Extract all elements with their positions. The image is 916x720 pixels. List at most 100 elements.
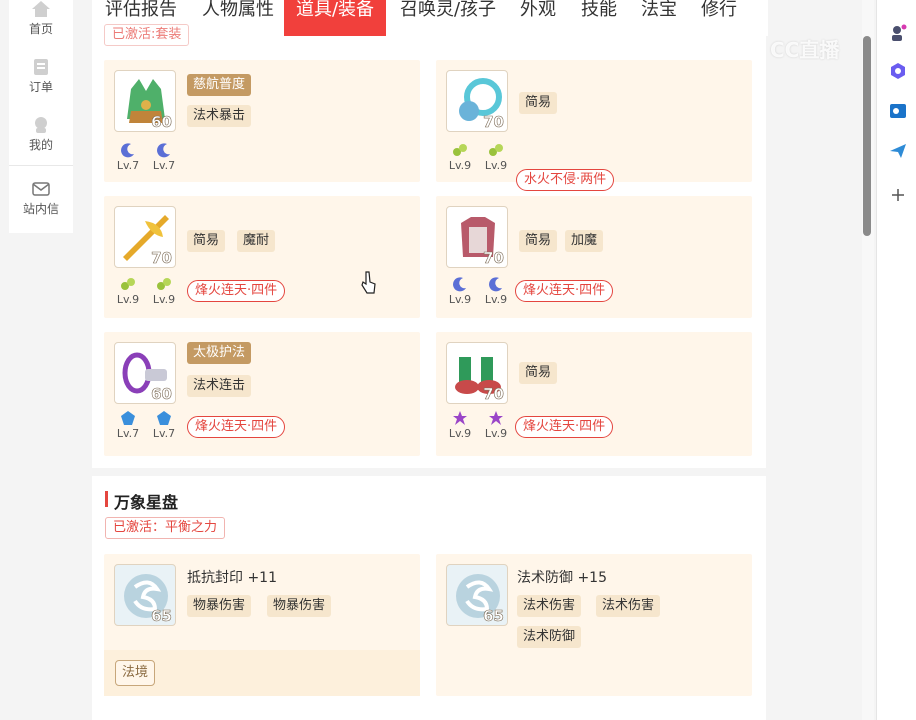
item-tag: 加魔: [565, 230, 604, 252]
gem-level: Lv.9: [484, 293, 508, 306]
item-level: 70: [483, 113, 504, 131]
equipment-card[interactable]: 70 简易 Lv.9 Lv.9 水火不侵·两件: [436, 60, 752, 191]
tab-summons[interactable]: 召唤灵/孩子: [392, 0, 504, 36]
blue-gem-icon: [157, 411, 171, 425]
left-nav: 首页 订单 我的 站内信: [9, 0, 73, 233]
item-tag: 太极护法: [187, 342, 252, 364]
star-stone-icon: 65: [446, 564, 508, 626]
necklace-icon: 70: [446, 70, 508, 132]
nav-item-messages[interactable]: 站内信: [9, 180, 73, 217]
armor-icon: 70: [446, 206, 508, 268]
gem-slot: Lv.9: [446, 410, 474, 440]
nav-item-home[interactable]: 首页: [9, 0, 73, 37]
profile-icon[interactable]: [889, 24, 907, 42]
star-stone-icon: 65: [114, 564, 176, 626]
blue-gem-icon: [121, 411, 135, 425]
set-badge: 烽火连天·四件: [515, 416, 614, 438]
stat-text: 法术防御 +15: [517, 570, 607, 586]
tab-appearance[interactable]: 外观: [510, 0, 566, 36]
tab-attributes[interactable]: 人物属性: [192, 0, 284, 36]
tab-treasure[interactable]: 法宝: [634, 0, 684, 36]
equipment-card[interactable]: 70 简易 Lv.9 Lv.9 烽火连天·四件: [436, 332, 752, 456]
equipment-card[interactable]: 70 简易 魔耐 Lv.9 Lv.9 烽火连天·四件: [104, 196, 420, 318]
tab-bar: 评估报告 人物属性 道具/装备 召唤灵/孩子 外观 技能 法宝 修行: [92, 0, 768, 36]
gem-level: Lv.9: [448, 159, 472, 172]
item-level: 60: [151, 385, 172, 403]
purple-gem-icon: [489, 411, 503, 425]
outlook-icon[interactable]: [889, 102, 907, 120]
gem-slot: Lv.9: [446, 142, 474, 172]
item-level: 70: [483, 385, 504, 403]
item-tag: 简易: [519, 92, 558, 114]
set-badge: 水火不侵·两件: [516, 169, 615, 191]
browser-sidebar: [876, 0, 916, 720]
green-gem-icon: [453, 144, 467, 156]
item-tag: 法术伤害: [596, 595, 661, 617]
gem-slot: Lv.7: [114, 410, 142, 440]
equipment-panel: 已激活:套装 60 慈航普度 法术暴击 Lv.7 Lv.7 70 简易 Lv.9…: [92, 24, 766, 468]
gem-level: Lv.9: [448, 427, 472, 440]
item-tag: 简易: [519, 362, 558, 384]
gem-level: Lv.7: [116, 427, 140, 440]
gem-slot: Lv.7: [150, 142, 178, 172]
scrollbar-thumb[interactable]: [863, 36, 871, 236]
nav-label-messages: 站内信: [22, 202, 59, 216]
belt-icon: 60: [114, 342, 176, 404]
green-gem-icon: [489, 144, 503, 156]
nav-label-home: 首页: [28, 22, 53, 36]
set-badge: 烽火连天·四件: [187, 416, 286, 438]
gem-level: Lv.7: [116, 159, 140, 172]
moon-gem-icon: [489, 277, 502, 292]
gem-level: Lv.9: [484, 427, 508, 440]
moon-gem-icon: [453, 277, 466, 292]
add-icon[interactable]: [889, 186, 907, 204]
nav-divider: [9, 165, 73, 166]
tab-cultivation[interactable]: 修行: [694, 0, 744, 36]
nav-item-me[interactable]: 我的: [9, 116, 73, 153]
gem-slot: Lv.9: [482, 142, 510, 172]
gem-slot: Lv.7: [114, 142, 142, 172]
green-gem-icon: [121, 278, 135, 290]
gem-level: Lv.9: [448, 293, 472, 306]
nav-label-me: 我的: [28, 138, 53, 152]
item-tag: 魔耐: [237, 230, 276, 252]
item-level: 65: [151, 607, 172, 625]
equipment-card[interactable]: 60 太极护法 法术连击 Lv.7 Lv.7 烽火连天·四件: [104, 332, 420, 456]
gem-level: Lv.7: [152, 427, 176, 440]
gem-slot: Lv.9: [482, 276, 510, 306]
equipment-card[interactable]: 70 简易 加魔 Lv.9 Lv.9 烽火连天·四件: [436, 196, 752, 318]
tab-skills[interactable]: 技能: [574, 0, 624, 36]
home-icon: [32, 1, 50, 17]
gem-slot: Lv.9: [482, 410, 510, 440]
set-badge: 烽火连天·四件: [187, 280, 286, 302]
item-level: 65: [483, 607, 504, 625]
star-disk-panel: 万象星盘 已激活：平衡之力 65 抵抗封印 +11 物暴伤害 物暴伤害 法境 6…: [92, 476, 766, 720]
send-icon[interactable]: [889, 142, 907, 160]
star-disk-status: 已激活：平衡之力: [105, 517, 226, 539]
user-icon: [35, 117, 47, 133]
moon-gem-icon: [157, 143, 170, 158]
item-tag: 物暴伤害: [267, 595, 332, 617]
item-level: 60: [151, 113, 172, 131]
mouse-cursor-icon: [361, 271, 376, 294]
gem-slot: Lv.9: [114, 276, 142, 306]
equipment-card[interactable]: 60 慈航普度 法术暴击 Lv.7 Lv.7: [104, 60, 420, 182]
mail-icon: [32, 182, 50, 196]
tab-equipment[interactable]: 道具/装备: [284, 0, 386, 36]
weapon-icon: 70: [114, 206, 176, 268]
copilot-icon[interactable]: [889, 62, 907, 80]
item-tag: 简易: [187, 230, 226, 252]
gem-slot: Lv.7: [150, 410, 178, 440]
star-disk-card[interactable]: 65 法术防御 +15 法术伤害 法术伤害 法术防御: [436, 554, 752, 696]
stat-text: 抵抗封印 +11: [187, 570, 277, 586]
order-icon: [34, 59, 48, 75]
moon-gem-icon: [121, 143, 134, 158]
item-tag: 慈航普度: [187, 74, 252, 96]
item-tag: 法术连击: [187, 375, 252, 397]
watermark: CC直播: [770, 38, 840, 62]
item-tag: 法术暴击: [187, 105, 252, 127]
star-disk-card[interactable]: 65 抵抗封印 +11 物暴伤害 物暴伤害 法境: [104, 554, 420, 696]
nav-item-orders[interactable]: 订单: [9, 58, 73, 95]
item-tag: 简易: [519, 230, 558, 252]
gem-level: Lv.9: [484, 159, 508, 172]
